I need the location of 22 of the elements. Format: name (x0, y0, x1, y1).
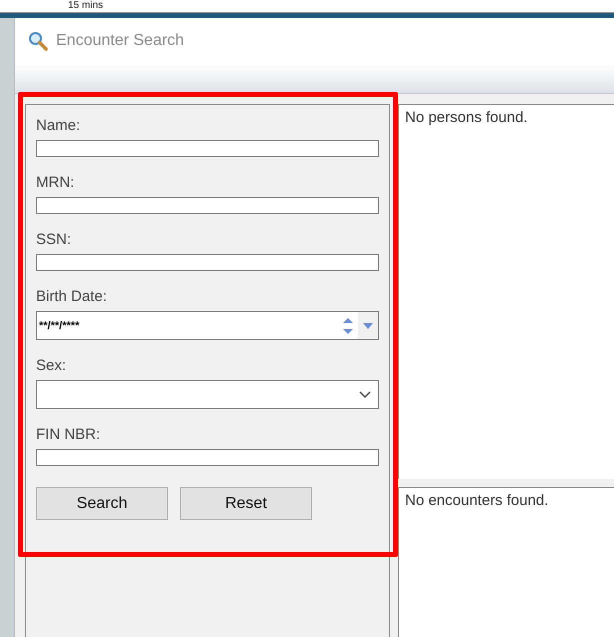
date-input[interactable]: **/**/**** (37, 312, 338, 339)
search-icon (28, 30, 48, 50)
text-input-field[interactable] (36, 140, 379, 157)
text-input-field[interactable] (36, 197, 379, 214)
field-label: Sex: (36, 357, 66, 375)
date-field[interactable]: **/**/**** (36, 311, 379, 340)
caret-icon[interactable] (363, 322, 373, 328)
empty-message: No persons found. (405, 109, 528, 126)
field-label: FIN NBR: (36, 426, 100, 444)
empty-message: No encounters found. (405, 492, 548, 509)
text-input-field[interactable] (36, 449, 379, 466)
chevron-down-icon (359, 391, 371, 398)
window-title: Encounter Search (56, 32, 184, 50)
field-label: Name: (36, 117, 80, 135)
action-button[interactable]: Search (36, 487, 168, 520)
action-button[interactable]: Reset (180, 487, 312, 520)
field-label: MRN: (36, 174, 74, 192)
background-text: 15 mins (68, 0, 104, 11)
field-label: Birth Date: (36, 288, 107, 306)
dropdown-field[interactable] (36, 380, 379, 409)
field-label: SSN: (36, 231, 72, 249)
text-input-field[interactable] (36, 254, 379, 271)
